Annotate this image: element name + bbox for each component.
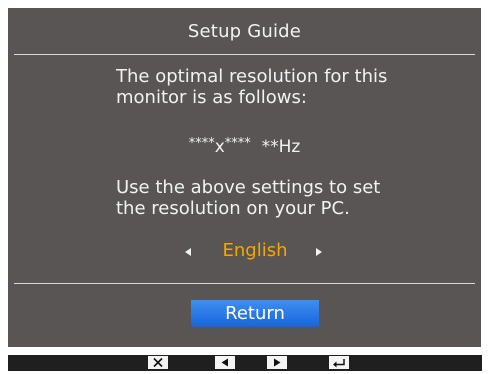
language-selector[interactable]: English (8, 240, 481, 264)
return-button[interactable]: Return (191, 300, 319, 327)
enter-icon[interactable] (329, 356, 349, 369)
dialog-title: Setup Guide (187, 21, 302, 42)
footer-divider (14, 283, 475, 284)
monitor-key-guide-bar (8, 355, 482, 371)
right-arrow-icon[interactable] (267, 356, 287, 369)
resolution-message: The optimal resolution for this monitor … (116, 66, 416, 108)
resolution-height: **** (224, 136, 251, 151)
language-next-icon[interactable] (316, 248, 322, 256)
instruction-message: Use the above settings to set the resolu… (116, 177, 416, 219)
title-divider (14, 54, 475, 55)
left-arrow-icon[interactable] (215, 356, 235, 369)
resolution-separator: x (214, 137, 225, 157)
resolution-width: **** (188, 136, 215, 151)
instruction-line-2: the resolution on your PC. (116, 198, 350, 219)
resolution-message-line-2: monitor is as follows: (116, 87, 307, 108)
language-value[interactable]: English (205, 240, 305, 261)
close-icon[interactable] (148, 356, 168, 369)
optimal-resolution: ****x**** **Hz (8, 136, 481, 157)
refresh-rate: **Hz (261, 137, 301, 157)
resolution-message-line-1: The optimal resolution for this (116, 66, 388, 87)
setup-guide-dialog: Setup Guide The optimal resolution for t… (8, 8, 481, 347)
language-prev-icon[interactable] (185, 248, 191, 256)
instruction-line-1: Use the above settings to set (116, 177, 381, 198)
